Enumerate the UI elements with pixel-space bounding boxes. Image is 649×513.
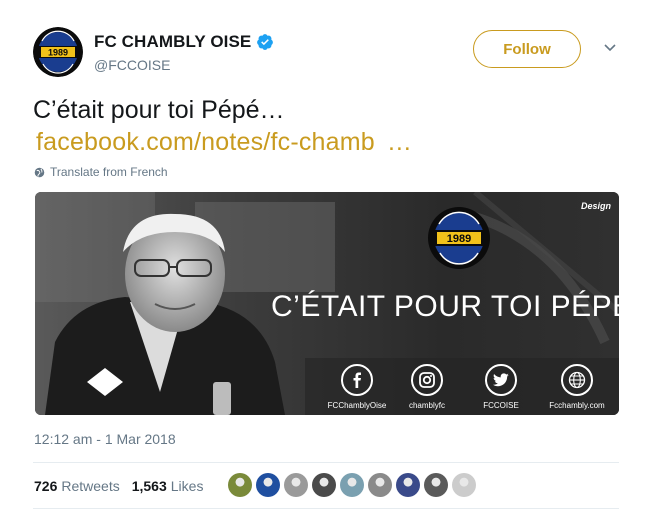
social-twitter: FCCOISE: [461, 364, 541, 410]
social-label: FCCOISE: [483, 401, 519, 410]
instagram-icon: [411, 364, 443, 396]
liker-avatar[interactable]: [256, 473, 280, 497]
likes-stat[interactable]: 1,563 Likes: [132, 478, 204, 494]
social-label: FCChamblyOise: [327, 401, 387, 410]
tweet-media-image[interactable]: 1989 Design C’ÉTAIT POUR TOI PÉPÉ… FCCha…: [35, 192, 619, 415]
svg-text:1989: 1989: [447, 233, 471, 245]
display-name[interactable]: FC CHAMBLY OISE: [94, 32, 251, 52]
svg-text:1989: 1989: [48, 48, 68, 58]
tweet-header: 1989 FC CHAMBLY OISE @FCCOISE Follow: [33, 27, 623, 79]
media-headline: C’ÉTAIT POUR TOI PÉPÉ…: [271, 290, 619, 323]
verified-badge-icon: [257, 34, 274, 50]
tweet-link[interactable]: facebook.com/notes/fc-chamb …: [36, 126, 412, 158]
likers-avatars: [228, 473, 480, 497]
liker-avatar[interactable]: [312, 473, 336, 497]
retweets-label: Retweets: [61, 478, 120, 494]
liker-avatar[interactable]: [452, 473, 476, 497]
liker-avatar[interactable]: [228, 473, 252, 497]
likes-label: Likes: [170, 478, 204, 494]
account-avatar[interactable]: 1989: [33, 27, 83, 77]
club-crest-logo: 1989: [428, 207, 490, 269]
social-label: Fcchambly.com: [549, 401, 605, 410]
social-instagram: chamblyfc: [387, 364, 467, 410]
chevron-down-icon[interactable]: [602, 39, 618, 55]
tweet-text: C’était pour toi Pépé…: [33, 96, 285, 124]
globe-icon: [34, 167, 45, 177]
social-facebook: FCChamblyOise: [317, 364, 397, 410]
follow-button[interactable]: Follow: [473, 30, 581, 68]
likes-count: 1,563: [131, 478, 167, 494]
social-website: Fcchambly.com: [537, 364, 617, 410]
tweet-timestamp[interactable]: 12:12 am - 1 Mar 2018: [34, 431, 176, 447]
media-brand: Design: [581, 201, 612, 211]
twitter-icon: [485, 364, 517, 396]
retweets-count: 726: [34, 478, 58, 494]
retweets-stat[interactable]: 726 Retweets: [34, 478, 120, 494]
tweet-stats: 726 Retweets 1,563 Likes: [34, 478, 203, 494]
liker-avatar[interactable]: [284, 473, 308, 497]
liker-avatar[interactable]: [368, 473, 392, 497]
account-handle[interactable]: @FCCOISE: [94, 57, 170, 73]
divider: [33, 462, 619, 463]
divider: [33, 508, 619, 509]
tweet-link-ellipsis[interactable]: …: [387, 128, 412, 156]
translate-label[interactable]: Translate from French: [50, 165, 168, 179]
liker-avatar[interactable]: [424, 473, 448, 497]
globe-icon: [561, 364, 593, 396]
social-label: chamblyfc: [408, 401, 445, 410]
name-row: FC CHAMBLY OISE: [94, 32, 274, 52]
liker-avatar[interactable]: [340, 473, 364, 497]
translate-link[interactable]: Translate from French: [34, 165, 168, 179]
facebook-icon: [341, 364, 373, 396]
liker-avatar[interactable]: [396, 473, 420, 497]
tweet-link-text[interactable]: facebook.com/notes/fc-chamb: [36, 128, 375, 156]
